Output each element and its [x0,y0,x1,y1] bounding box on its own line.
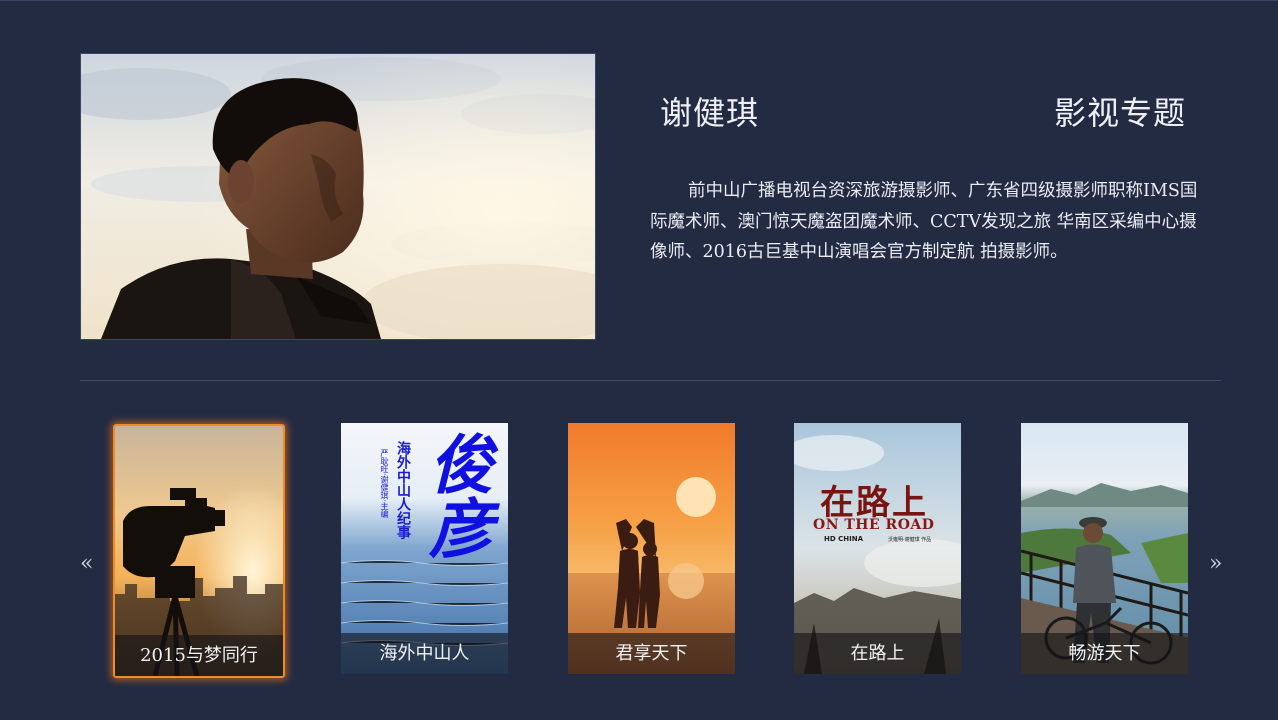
carousel-card[interactable]: 2015与梦同行 [113,424,285,678]
name-title: 谢健琪 [660,94,760,132]
card-caption: 在路上 [794,633,961,674]
carousel-card[interactable]: 畅游天下 [1021,423,1188,674]
poster-credit: 严耿旺·谢健琪·主编 [380,449,389,519]
poster-subtitle: ON THE ROAD [813,517,935,533]
poster-title: 俊彦 [418,431,493,559]
poster-logo: HD CHINA [824,535,863,543]
profile-photo [80,53,596,340]
bio-paragraph: 前中山广播电视台资深旅游摄影师、广东省四级摄影师职称IMS国际魔术师、澳门惊天魔… [650,181,1198,262]
card-caption: 2015与梦同行 [115,635,283,676]
top-border [0,0,1278,1]
card-caption: 君享天下 [568,633,735,674]
double-chevron-right-icon[interactable]: » [1209,553,1222,575]
double-chevron-left-icon[interactable]: « [80,553,93,575]
card-caption: 海外中山人 [341,633,508,674]
carousel-card[interactable]: 君享天下 [568,423,735,674]
card-caption: 畅游天下 [1021,633,1188,674]
poster-subtitle: 海外中山人纪事 [395,441,411,539]
divider [80,380,1221,381]
poster-credit: 沃雍明·谢健琪 作品 [888,537,932,543]
carousel-card[interactable]: 海外中山人纪事 严耿旺·谢健琪·主编 俊彦 海外中山人 [341,423,508,674]
section-title: 影视专题 [1054,94,1187,132]
carousel-card[interactable]: 在路上 ON THE ROAD HD CHINA 沃雍明·谢健琪 作品 在路上 [794,423,961,674]
